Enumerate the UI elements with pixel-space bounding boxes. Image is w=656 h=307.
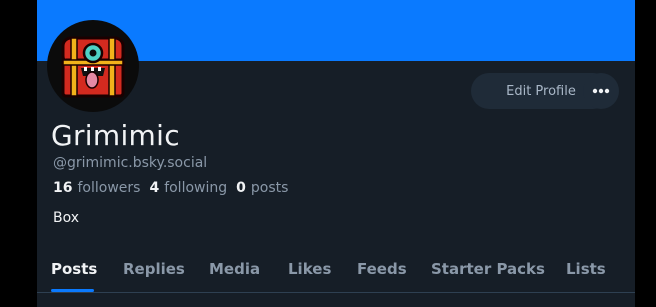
following-stat[interactable]: 4 following xyxy=(149,180,227,196)
tab-media[interactable]: Media xyxy=(209,260,260,278)
profile-tabs: Posts Replies Media Likes Feeds Starter … xyxy=(37,252,635,292)
tab-posts[interactable]: Posts xyxy=(51,260,97,278)
avatar[interactable] xyxy=(47,20,139,112)
posts-stat: 0 posts xyxy=(236,180,288,196)
followers-stat[interactable]: 16 followers xyxy=(53,180,140,196)
more-options-button[interactable] xyxy=(583,73,619,109)
following-label: following xyxy=(164,180,228,196)
tab-lists[interactable]: Lists xyxy=(566,260,606,278)
profile-stats: 16 followers 4 following 0 posts xyxy=(53,180,297,196)
following-count: 4 xyxy=(149,180,160,196)
ellipsis-icon xyxy=(592,88,610,94)
followers-count: 16 xyxy=(53,180,73,196)
tab-likes[interactable]: Likes xyxy=(288,260,331,278)
tab-starter-packs[interactable]: Starter Packs xyxy=(431,260,545,278)
followers-label: followers xyxy=(77,180,141,196)
tab-feeds[interactable]: Feeds xyxy=(357,260,407,278)
handle[interactable]: @grimimic.bsky.social xyxy=(53,155,207,171)
posts-count: 0 xyxy=(236,180,246,196)
treasure-chest-mimic-icon xyxy=(61,36,125,98)
posts-label: posts xyxy=(250,180,289,196)
profile-bio: Box xyxy=(53,210,80,226)
display-name: Grimimic xyxy=(51,119,180,152)
tabs-divider xyxy=(37,292,635,293)
profile-panel: Edit Profile Grimimic @grimimic.bsky.soc… xyxy=(37,0,635,307)
tab-replies[interactable]: Replies xyxy=(123,260,185,278)
